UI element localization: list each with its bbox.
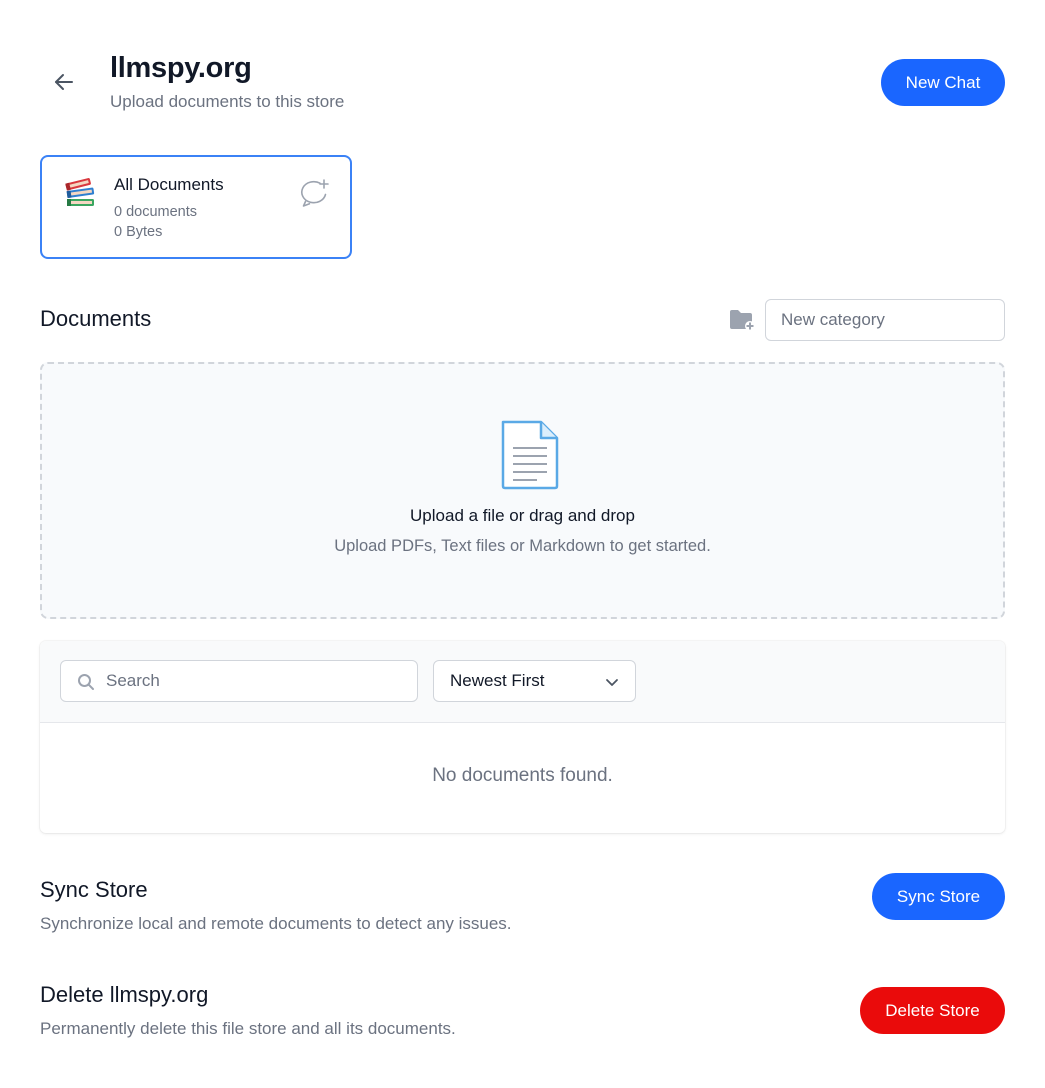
books-icon (65, 178, 95, 206)
document-icon (501, 420, 559, 490)
chat-add-icon[interactable] (298, 177, 330, 209)
delete-store-button[interactable]: Delete Store (860, 987, 1005, 1034)
empty-state-message: No documents found. (432, 765, 613, 786)
store-card-all-documents[interactable]: All Documents 0 documents 0 Bytes (40, 155, 352, 259)
back-button[interactable] (50, 68, 78, 96)
dropzone-subtitle: Upload PDFs, Text files or Markdown to g… (334, 537, 711, 555)
delete-store-description: Permanently delete this file store and a… (40, 1019, 456, 1038)
new-chat-button[interactable]: New Chat (881, 59, 1005, 106)
page-subtitle: Upload documents to this store (110, 92, 345, 111)
store-card-document-count: 0 documents (114, 204, 198, 220)
documents-list-panel: Newest First No documents found. (40, 641, 1005, 833)
documents-section-title: Documents (40, 306, 152, 331)
upload-dropzone[interactable]: Upload a file or drag and drop Upload PD… (40, 362, 1005, 619)
sort-select[interactable]: Newest First (433, 660, 636, 702)
search-icon (78, 674, 94, 690)
search-input[interactable] (106, 661, 406, 701)
sync-store-button[interactable]: Sync Store (872, 873, 1005, 920)
chevron-down-icon (606, 679, 618, 686)
folder-plus-icon[interactable] (729, 308, 755, 332)
delete-store-title: Delete llmspy.org (40, 982, 209, 1007)
store-page: llmspy.org Upload documents to this stor… (0, 0, 1045, 1088)
store-card-size: 0 Bytes (114, 224, 163, 240)
sync-store-description: Synchronize local and remote documents t… (40, 914, 512, 933)
documents-list-toolbar: Newest First (40, 641, 1005, 723)
store-card-title: All Documents (114, 175, 224, 194)
search-box[interactable] (60, 660, 418, 702)
arrow-left-icon (55, 74, 73, 90)
page-title: llmspy.org (110, 52, 252, 84)
sort-select-value: Newest First (450, 671, 545, 690)
new-category-input[interactable] (765, 299, 1005, 341)
sync-store-title: Sync Store (40, 877, 148, 902)
dropzone-title: Upload a file or drag and drop (410, 506, 635, 525)
